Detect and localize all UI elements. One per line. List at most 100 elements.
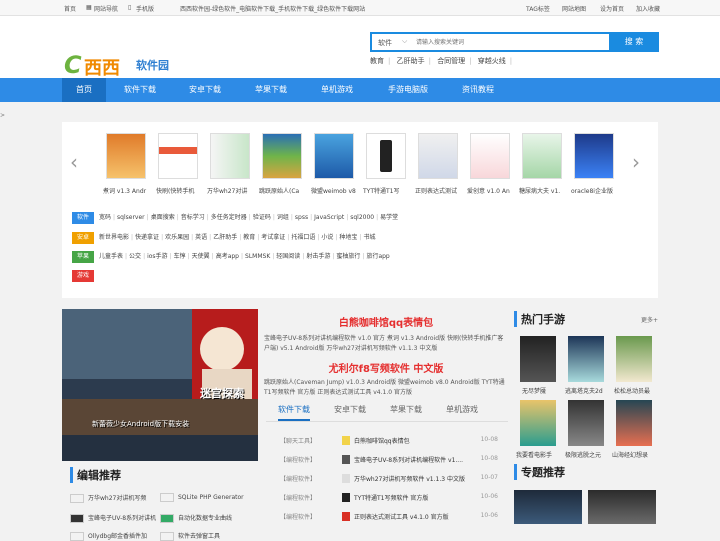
feature-banner[interactable]: 迷宫探索 新蕾薇少女Android版下载安装 [62, 309, 258, 461]
tag-link[interactable]: 旅行app [366, 253, 389, 260]
nav-news[interactable]: 资讯教程 [462, 78, 494, 102]
search-category-select[interactable]: 软件 [378, 38, 392, 48]
nav-android[interactable]: 安卓下载 [189, 78, 221, 102]
list-item[interactable]: 【聊天工具】 白熊咖啡馆qq表情包 10-08 [270, 436, 506, 448]
carousel-caption[interactable]: 爱创意 v1.0 An [467, 186, 519, 195]
topbar-set-home-link[interactable]: 设为首页 [600, 4, 624, 13]
game-thumb[interactable] [520, 400, 556, 446]
nav-software[interactable]: 软件下载 [124, 78, 156, 102]
game-caption[interactable]: 逃离塔克夫2d [565, 386, 603, 395]
search-button[interactable]: 搜 索 [609, 32, 659, 52]
tag-link[interactable]: sql2000 [350, 214, 374, 221]
carousel-caption[interactable]: 跳跃原始人(Ca [259, 186, 311, 195]
search-input[interactable] [416, 36, 606, 49]
game-thumb[interactable] [616, 336, 652, 382]
carousel-caption[interactable]: 正则表达式测试 [415, 186, 467, 195]
headline-title[interactable]: 尤利尔f8写频软件 中文版 [264, 360, 508, 375]
list-item[interactable]: 【编程软件】 万华wh27对讲机写频软件 v1.1.3 中文版 10-07 [270, 474, 506, 486]
tag-link[interactable]: 英语 [195, 234, 207, 241]
chevron-down-icon[interactable]: ⌵ [402, 37, 407, 46]
nav-pc-games[interactable]: 单机游戏 [321, 78, 353, 102]
tag-link[interactable]: 公交 [129, 253, 141, 260]
carousel-caption[interactable]: 糖尿病大夫 v1. [519, 186, 571, 195]
game-thumb[interactable] [616, 400, 652, 446]
tag-link[interactable]: 天使翼 [192, 253, 210, 260]
topbar-sitemap-link[interactable]: 网站地图 [562, 4, 586, 13]
tag-link[interactable]: ios手游 [147, 253, 167, 260]
game-caption[interactable]: 松松总动员最 [614, 386, 650, 395]
list-title[interactable]: 正则表达式测试工具 v4.1.0 官方版 [354, 512, 449, 521]
hot-keyword[interactable]: 合同管理 [437, 57, 465, 65]
game-caption[interactable]: 山海经幻想录 [612, 450, 648, 459]
carousel-thumb[interactable] [262, 133, 302, 179]
carousel-caption[interactable]: 万华wh27对讲 [207, 186, 259, 195]
site-logo[interactable]: C 西西 软件园 [64, 49, 180, 79]
tag-link[interactable]: 宽码 [99, 214, 111, 221]
tab-android[interactable]: 安卓下载 [334, 404, 366, 415]
headline-link[interactable]: 煮词 v1.3 Android版 [387, 335, 445, 342]
nav-home[interactable]: 首页 [62, 78, 106, 102]
editor-item[interactable]: SQLite PHP Generator [160, 493, 244, 502]
topbar-home-link[interactable]: 首页 [64, 4, 76, 13]
carousel-caption[interactable]: 煮词 v1.3 Andr [103, 186, 155, 195]
tag-link[interactable]: 考试拿证 [261, 234, 285, 241]
tab-software[interactable]: 软件下载 [278, 404, 310, 421]
carousel-caption[interactable]: 微盟weimob v8 [311, 186, 363, 195]
tag-link[interactable]: 桌面搜索 [151, 214, 175, 221]
hot-keyword[interactable]: 教育 [370, 57, 384, 65]
carousel-thumb[interactable] [106, 133, 146, 179]
carousel-thumb[interactable] [522, 133, 562, 179]
topbar-site-nav[interactable]: 网站导航 [94, 4, 118, 13]
carousel-caption[interactable]: oracle8i企业版 [571, 186, 621, 195]
tag-link[interactable]: SLMMSK [245, 253, 270, 260]
list-title[interactable]: 白熊咖啡馆qq表情包 [354, 436, 410, 445]
game-caption[interactable]: 无尽梦魇 [522, 386, 546, 395]
game-thumb[interactable] [520, 336, 556, 382]
carousel-thumb[interactable] [574, 133, 614, 179]
tag-link[interactable]: 轻国阅读 [276, 253, 300, 260]
list-title[interactable]: 宝峰电子UV-8系列对讲机编程软件 v1.... [354, 455, 463, 464]
headline-title[interactable]: 白熊咖啡馆qq表情包 [264, 314, 508, 329]
tag-link[interactable]: 易学堂 [380, 214, 398, 221]
hot-keyword[interactable]: 乙肝助手 [397, 57, 425, 65]
headline-link[interactable]: 跳跃原始人(Caveman Jump) v1.0.3 Android版 [264, 379, 396, 386]
tab-apple[interactable]: 苹果下载 [390, 404, 422, 415]
list-item[interactable]: 【编程软件】 正则表达式测试工具 v4.1.0 官方版 10-06 [270, 512, 506, 524]
tag-link[interactable]: 小说 [321, 234, 333, 241]
headline-link[interactable]: 宝峰电子UV-8系列对讲机编程软件 v1.0 官方 [264, 335, 385, 342]
game-thumb[interactable] [568, 400, 604, 446]
game-caption[interactable]: 我要看电影手 [516, 450, 552, 459]
tag-link[interactable]: 音标学习 [181, 214, 205, 221]
tag-link[interactable]: 教育 [243, 234, 255, 241]
tag-link[interactable]: 车惇 [174, 253, 186, 260]
topbar-tags-link[interactable]: TAG标签 [526, 4, 550, 13]
carousel-caption[interactable]: 快刷(快转手机 [156, 186, 208, 195]
tag-link[interactable]: 新世界电影 [99, 234, 129, 241]
topic-thumb[interactable] [514, 490, 582, 524]
carousel-thumb[interactable] [418, 133, 458, 179]
tag-link[interactable]: sqlserver [117, 214, 145, 221]
carousel-thumb[interactable] [314, 133, 354, 179]
list-item[interactable]: 【编程软件】 TYT特通T1写频软件 官方版 10-06 [270, 493, 506, 505]
carousel-caption[interactable]: TYT特通T1写 [363, 186, 415, 195]
headline-link[interactable]: 微盟weimob v8.0 Android版 [398, 379, 480, 386]
carousel-thumb[interactable] [158, 133, 198, 179]
tag-link[interactable]: 欢乐果园 [165, 234, 189, 241]
editor-item[interactable]: 万华wh27对讲机写频 [70, 493, 146, 503]
carousel-thumb[interactable] [470, 133, 510, 179]
tag-link[interactable]: spss [295, 214, 308, 221]
editor-item[interactable]: 自动化数据专业曲线 [160, 513, 232, 523]
nav-mobile-games-pc[interactable]: 手游电脑版 [388, 78, 428, 102]
more-link[interactable]: 更多+ [641, 315, 658, 324]
tag-link[interactable]: 蜜柚旅行 [336, 253, 360, 260]
list-title[interactable]: TYT特通T1写频软件 官方版 [354, 493, 428, 502]
carousel-thumb[interactable] [210, 133, 250, 179]
tag-link[interactable]: 射击手游 [306, 253, 330, 260]
headline-link[interactable]: 正则表达式测试工具 v4.1.0 官方版 [317, 389, 412, 396]
chevron-left-icon[interactable]: ‹ [70, 150, 78, 174]
chevron-right-icon[interactable]: › [632, 150, 640, 174]
carousel-thumb[interactable] [366, 133, 406, 179]
tag-link[interactable]: 托福口语 [291, 234, 315, 241]
topbar-favorite-link[interactable]: 加入收藏 [636, 4, 660, 13]
list-item[interactable]: 【编程软件】 宝峰电子UV-8系列对讲机编程软件 v1.... 10-08 [270, 455, 506, 467]
